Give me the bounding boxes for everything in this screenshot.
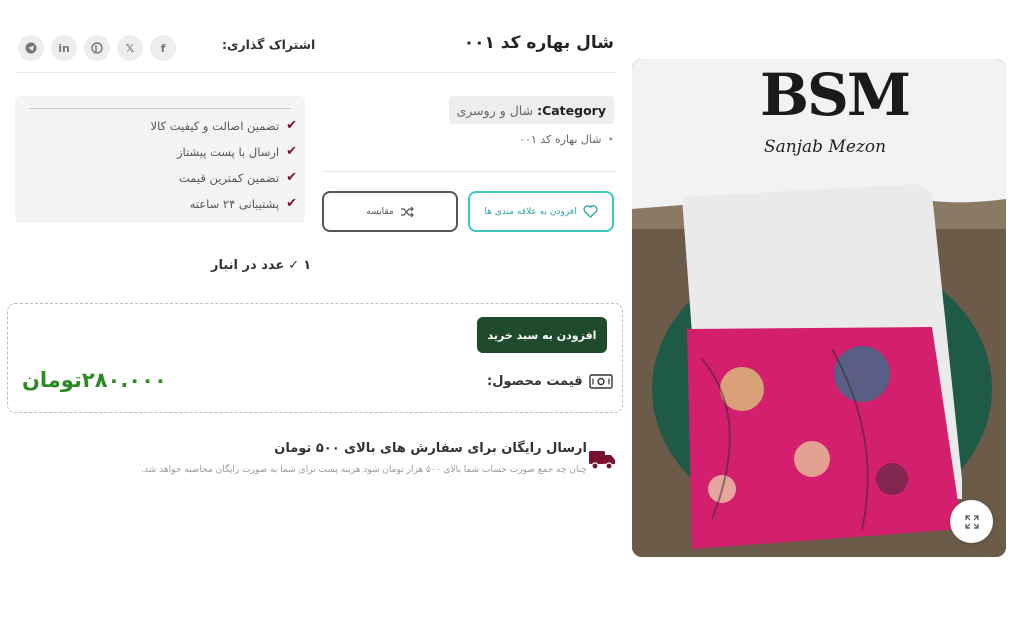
check-icon: ✔: [286, 118, 297, 133]
guarantee-text: پشتیبانی ۲۴ ساعته: [189, 196, 280, 211]
list-item: ✔ ارسال با پست پیشتاز: [177, 144, 297, 159]
category-label: Category:: [537, 102, 606, 118]
price-label: قیمت محصول:: [487, 374, 583, 389]
facebook-icon[interactable]: f: [150, 35, 176, 61]
guarantee-text: تضمین اصالت و کیفیت کالا: [150, 118, 280, 133]
pinterest-icon[interactable]: [84, 35, 110, 61]
linkedin-icon[interactable]: in: [51, 35, 77, 61]
divider: [15, 72, 615, 73]
truck-icon: [589, 448, 616, 474]
product-image[interactable]: BSM Sanjab Mezon: [632, 59, 1006, 557]
shuffle-icon: [400, 206, 414, 217]
zoom-button[interactable]: [950, 500, 993, 543]
list-item: ✔ تضمین اصالت و کیفیت کالا: [151, 118, 297, 133]
wishlist-label: افزودن به علاقه مندی ها: [484, 206, 577, 217]
category-link[interactable]: شال و روسری: [457, 103, 534, 118]
shipping-description: چنان چه جمع صورت حساب شما بالای ۵۰۰ هزار…: [141, 465, 587, 475]
product-photo: [632, 59, 1006, 557]
brand-logo: BSM: [760, 61, 911, 129]
expand-icon: [964, 514, 979, 529]
stock-text: عدد در انبار: [211, 258, 285, 273]
list-item: ✔ تضمین کمترین قیمت: [179, 170, 297, 185]
price-label-row: قیمت محصول:: [487, 374, 613, 389]
list-item: ✔ پشتیبانی ۲۴ ساعته: [190, 196, 297, 211]
brand-tagline: Sanjab Mezon: [764, 137, 887, 157]
guarantee-text: تضمین کمترین قیمت: [178, 170, 280, 185]
compare-button[interactable]: مقایسه: [322, 191, 458, 232]
divider: [322, 171, 615, 172]
guarantee-box: ✔ تضمین اصالت و کیفیت کالا ✔ ارسال با پس…: [15, 96, 305, 223]
telegram-icon[interactable]: [18, 35, 44, 61]
share-label: اشتراک گذاری:: [222, 37, 316, 52]
add-to-wishlist-button[interactable]: افزودن به علاقه مندی ها: [468, 191, 614, 232]
check-icon: ✔: [286, 196, 297, 211]
guarantee-text: ارسال با پست پیشتاز: [176, 144, 280, 159]
check-icon: ✔: [286, 144, 297, 159]
money-icon: [588, 374, 613, 389]
add-to-cart-button[interactable]: افزودن به سبد خرید: [477, 317, 607, 353]
shipping-title: ارسال رایگان برای سفارش های بالای ۵۰۰ تو…: [274, 441, 587, 456]
product-bullet: شال بهاره کد ۰۰۱: [519, 133, 614, 146]
product-title: شال بهاره کد ۰۰۱: [463, 33, 614, 53]
price-value: ۲۸۰.۰۰۰تومان: [22, 368, 167, 392]
category-chip: Category: شال و روسری: [448, 96, 614, 124]
compare-label: مقایسه: [366, 206, 394, 217]
divider: [29, 108, 291, 109]
heart-icon: [583, 205, 598, 218]
x-icon[interactable]: 𝕏: [117, 35, 143, 61]
stock-status: ۱ ✓ عدد در انبار: [211, 258, 311, 273]
checkmark-icon: ✓: [288, 258, 300, 273]
stock-count: ۱: [303, 258, 312, 273]
check-icon: ✔: [286, 170, 297, 185]
